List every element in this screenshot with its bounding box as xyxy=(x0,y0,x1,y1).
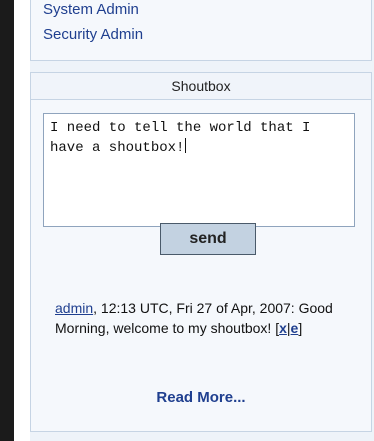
shout-message-input[interactable]: I need to tell the world that I have a s… xyxy=(43,113,355,227)
send-button[interactable]: send xyxy=(160,223,256,255)
delete-message-link[interactable]: x xyxy=(279,320,287,336)
message-author-link[interactable]: admin xyxy=(55,300,93,316)
shoutbox-module: Shoutbox I need to tell the world that I… xyxy=(30,72,372,432)
bracket-close: ] xyxy=(298,320,303,336)
security-admin-link[interactable]: Security Admin xyxy=(43,26,143,43)
system-admin-link[interactable]: System Admin xyxy=(43,1,139,18)
shoutbox-title: Shoutbox xyxy=(31,73,371,100)
text-cursor xyxy=(185,138,187,153)
shout-input-text: I need to tell the world that I have a s… xyxy=(50,120,319,156)
left-dark-border xyxy=(0,0,14,441)
message-meta: , 12:13 UTC, Fri 27 of Apr, 2007: xyxy=(93,300,299,316)
read-more-link[interactable]: Read More... xyxy=(31,389,371,406)
admin-menu-box: System Admin Security Admin xyxy=(30,0,372,61)
right-sidebar: System Admin Security Admin Shoutbox I n… xyxy=(30,0,374,441)
shout-message: admin, 12:13 UTC, Fri 27 of Apr, 2007: G… xyxy=(55,298,355,338)
